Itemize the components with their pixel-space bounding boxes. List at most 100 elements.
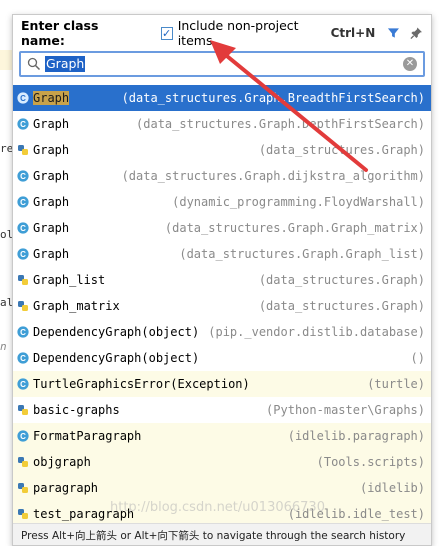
result-row[interactable]: C FormatParagraph (idlelib.paragraph) (13, 423, 431, 449)
result-row[interactable]: paragraph (idlelib) (13, 475, 431, 501)
class-icon: C (17, 378, 29, 390)
result-row[interactable]: C DependencyGraph(object) () (13, 345, 431, 371)
result-name-text: basic-graphs (33, 403, 120, 417)
result-name-text: Graph (33, 143, 70, 157)
result-name-text: Graph_matrix (33, 299, 120, 313)
result-name-text: Graph (33, 247, 70, 261)
result-list: C Graph (data_structures.Graph.BreadthFirs… (13, 85, 431, 527)
result-row[interactable]: objgraph (Tools.scripts) (13, 449, 431, 475)
include-non-project-checkbox[interactable]: ✓ (160, 26, 173, 40)
class-icon: C (17, 170, 29, 182)
editor-fragment: n (0, 340, 7, 353)
popup-header: Enter class name: ✓ Include non-project … (13, 15, 431, 51)
result-name: Graph (33, 143, 69, 157)
result-name-text: Graph (33, 195, 70, 209)
class-icon: C (17, 248, 29, 260)
result-location: (data_structures.Graph) (258, 273, 425, 287)
result-location: (Python-master\Graphs) (266, 403, 425, 417)
result-name: Graph (33, 91, 70, 105)
popup-title: Enter class name: (21, 18, 99, 48)
result-location: (turtle) (367, 377, 425, 391)
result-location: (data_structures.Graph.dijkstra_algorith… (121, 169, 425, 183)
result-name-text: Graph (33, 117, 70, 131)
result-location: (data_structures.Graph) (258, 143, 425, 157)
result-location: (data_structures.Graph) (258, 299, 425, 313)
goto-class-popup: Enter class name: ✓ Include non-project … (12, 14, 432, 546)
match-highlight: Graph (33, 91, 70, 105)
include-non-project-label[interactable]: Include non-project items (178, 18, 325, 48)
result-name: Graph (33, 247, 69, 261)
result-location: (idlelib) (359, 481, 425, 495)
result-location: (data_structures.Graph.Graph_matrix) (164, 221, 425, 235)
result-row[interactable]: Graph (data_structures.Graph) (13, 137, 431, 163)
result-name: Graph (33, 169, 69, 183)
result-name-text: TurtleGraphicsError(Exception) (33, 377, 250, 391)
search-field[interactable]: Graph ✕ (19, 51, 425, 77)
result-row[interactable]: C Graph (data_structures.Graph.Graph_list) (13, 241, 431, 267)
svg-text:C: C (20, 224, 26, 233)
result-name-text: test_paragraph (33, 507, 135, 521)
result-location: (Tools.scripts) (316, 455, 425, 469)
result-row[interactable]: basic-graphs (Python-master\Graphs) (13, 397, 431, 423)
class-icon: C (17, 92, 29, 104)
python-file-icon (18, 145, 28, 155)
funnel-icon[interactable] (387, 26, 400, 40)
svg-text:C: C (20, 250, 26, 259)
class-icon: C (17, 430, 29, 442)
python-file-icon (18, 405, 28, 415)
result-name: Graph (33, 221, 69, 235)
result-location: (data_structures.Graph.DepthFirstSearch) (136, 117, 425, 131)
result-name-text: Graph_list (33, 273, 106, 287)
result-location: (dynamic_programming.FloydWarshall) (172, 195, 425, 209)
shortcut-label: Ctrl+N (330, 26, 376, 40)
result-name: Graph_matrix (33, 299, 120, 313)
result-row[interactable]: C Graph (data_structures.Graph.dijkstra_al… (13, 163, 431, 189)
result-row[interactable]: C TurtleGraphicsError(Exception) (turtle) (13, 371, 431, 397)
result-row[interactable]: C Graph (data_structures.Graph.Graph_matri… (13, 215, 431, 241)
svg-text:C: C (20, 198, 26, 207)
class-icon: C (17, 352, 29, 364)
result-name: DependencyGraph(object) (33, 325, 199, 339)
result-name: paragraph (33, 481, 98, 495)
svg-text:C: C (20, 432, 26, 441)
class-icon: C (17, 118, 29, 130)
result-name: FormatParagraph (33, 429, 141, 443)
pin-icon[interactable] (410, 26, 423, 40)
result-row[interactable]: C Graph (data_structures.Graph.BreadthFirs… (13, 85, 431, 111)
class-icon: C (17, 196, 29, 208)
result-row[interactable]: C Graph (dynamic_programming.FloydWarshall… (13, 189, 431, 215)
result-name: test_paragraph (33, 507, 134, 521)
result-name-text: DependencyGraph(object) (33, 351, 200, 365)
python-file-icon (18, 457, 28, 467)
result-location: () (410, 351, 425, 365)
result-name-text: Graph (33, 169, 70, 183)
footer-hint: Press Alt+向上箭头 or Alt+向下箭头 to navigate t… (21, 530, 406, 542)
result-row[interactable]: C Graph (data_structures.Graph.DepthFirstS… (13, 111, 431, 137)
result-location: (data_structures.Graph.Graph_list) (179, 247, 425, 261)
svg-text:C: C (20, 328, 26, 337)
magnifier-icon (27, 57, 41, 71)
result-name: TurtleGraphicsError(Exception) (33, 377, 250, 391)
result-name: Graph (33, 195, 69, 209)
python-file-icon (18, 509, 28, 519)
result-name-text: DependencyGraph(object) (33, 325, 200, 339)
result-row[interactable]: C DependencyGraph(object) (pip._vendor.dis… (13, 319, 431, 345)
python-file-icon (18, 275, 28, 285)
clear-icon[interactable]: ✕ (403, 57, 417, 71)
result-name: DependencyGraph(object) (33, 351, 199, 365)
svg-text:C: C (20, 94, 26, 103)
result-name-text: paragraph (33, 481, 99, 495)
svg-text:C: C (20, 172, 26, 181)
status-footer: Press Alt+向上箭头 or Alt+向下箭头 to navigate t… (13, 523, 431, 545)
result-location: (pip._vendor.distlib.database) (208, 325, 425, 339)
result-name: objgraph (33, 455, 91, 469)
result-name-text: objgraph (33, 455, 91, 469)
svg-text:C: C (20, 354, 26, 363)
search-input[interactable]: Graph (45, 56, 86, 72)
result-row[interactable]: Graph_list (data_structures.Graph) (13, 267, 431, 293)
result-name: basic-graphs (33, 403, 120, 417)
result-name-text: Graph (33, 221, 70, 235)
result-location: (idlelib.idle_test) (287, 507, 425, 521)
result-row[interactable]: Graph_matrix (data_structures.Graph) (13, 293, 431, 319)
result-name-text: FormatParagraph (33, 429, 142, 443)
